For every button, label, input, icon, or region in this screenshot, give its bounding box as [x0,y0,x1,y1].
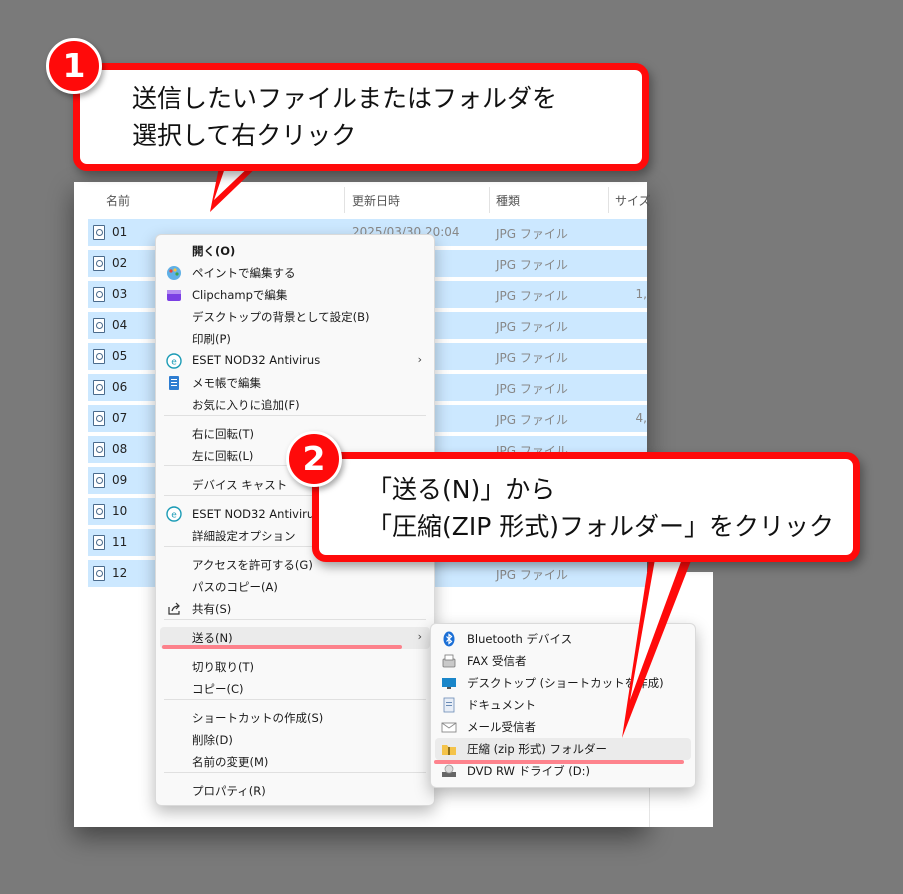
step2-badge: 2 [286,431,342,487]
callout-step1: 送信したいファイルまたはフォルダを 選択して右クリック [73,63,649,171]
callout2-line1: 「送る(N)」から [367,475,556,504]
callout1-line1: 送信したいファイルまたはフォルダを [132,84,558,113]
callout1-line2: 選択して右クリック [132,121,357,150]
step1-badge: 1 [46,38,102,94]
callout-step2: 「送る(N)」から 「圧縮(ZIP 形式)フォルダー」をクリック [312,452,860,562]
callout2-line2: 「圧縮(ZIP 形式)フォルダー」をクリック [367,512,835,541]
